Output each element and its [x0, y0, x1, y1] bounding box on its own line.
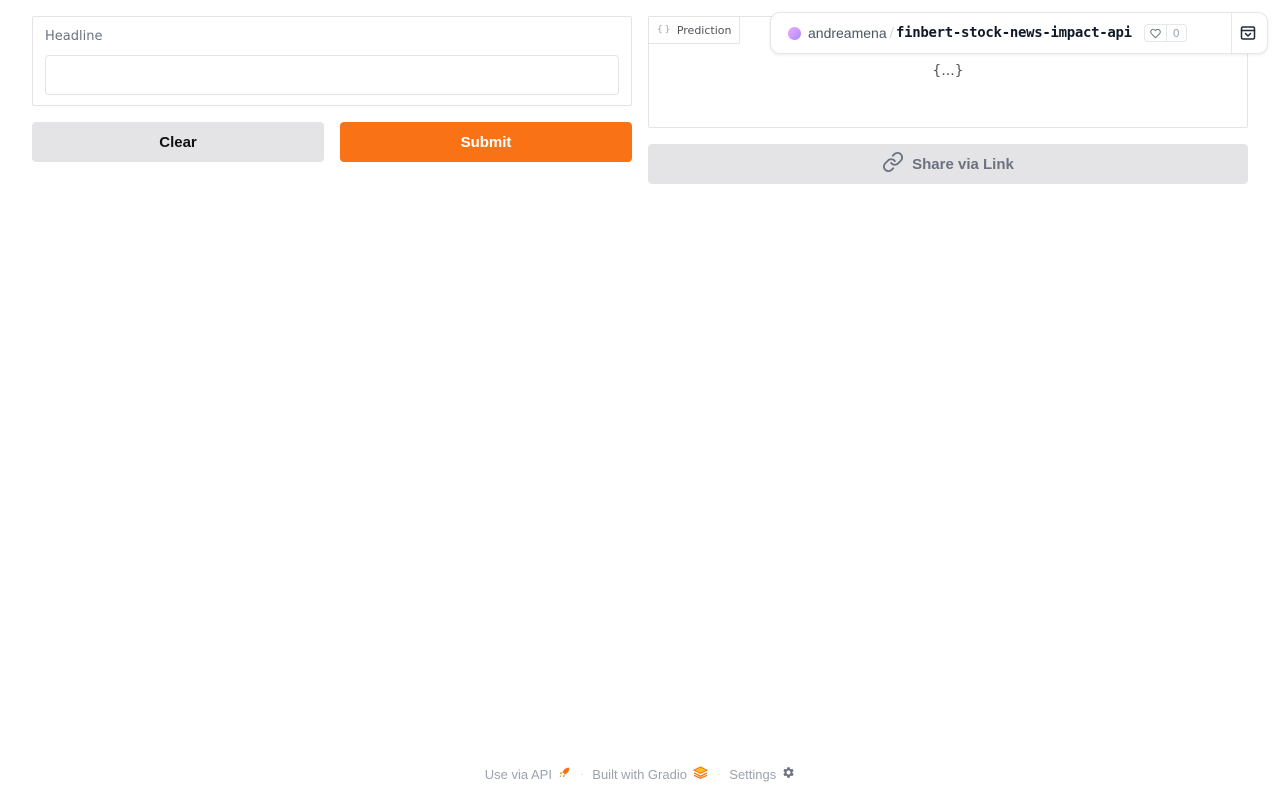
like-count: 0 [1172, 26, 1180, 40]
use-via-api-label: Use via API [484, 766, 552, 782]
gradio-logo-icon [692, 766, 708, 782]
built-with-gradio-link[interactable]: Built with Gradio [592, 766, 708, 782]
json-placeholder: {...} [932, 63, 964, 79]
prediction-label-tag: { } Prediction [649, 17, 741, 44]
path-separator: / [889, 25, 895, 41]
prediction-label: Prediction [676, 23, 732, 37]
built-with-gradio-label: Built with Gradio [592, 766, 687, 782]
like-control[interactable]: 0 [1143, 24, 1187, 42]
use-via-api-link[interactable]: Use via API [485, 766, 571, 782]
headline-block: Headline [32, 16, 632, 106]
gradio-app: Headline Clear Submit { } Prediction {..… [0, 0, 1280, 800]
footer: Use via API · Built with Gradio · Settin… [0, 764, 1280, 784]
heart-icon[interactable] [1145, 25, 1167, 41]
headline-input[interactable] [45, 55, 619, 95]
share-via-link-button[interactable]: Share via Link [648, 144, 1248, 184]
space-owner[interactable]: andreamena [808, 25, 887, 41]
space-header: andreamena / finbert-stock-news-impact-a… [770, 12, 1268, 54]
link-icon [882, 151, 904, 177]
settings-label: Settings [729, 766, 777, 782]
footer-separator: · [716, 768, 721, 780]
submit-button[interactable]: Submit [340, 122, 632, 162]
space-name[interactable]: finbert-stock-news-impact-api [896, 25, 1132, 41]
share-label: Share via Link [912, 155, 1014, 173]
header-divider [1231, 12, 1232, 54]
avatar [788, 26, 801, 40]
footer-separator: · [579, 768, 584, 780]
rocket-icon [558, 766, 571, 782]
clear-button[interactable]: Clear [32, 122, 324, 162]
settings-link[interactable]: Settings [729, 766, 795, 782]
json-icon: { } [657, 25, 670, 35]
collapse-icon[interactable] [1239, 24, 1257, 42]
gear-icon [782, 766, 795, 782]
headline-label: Headline [45, 29, 103, 44]
